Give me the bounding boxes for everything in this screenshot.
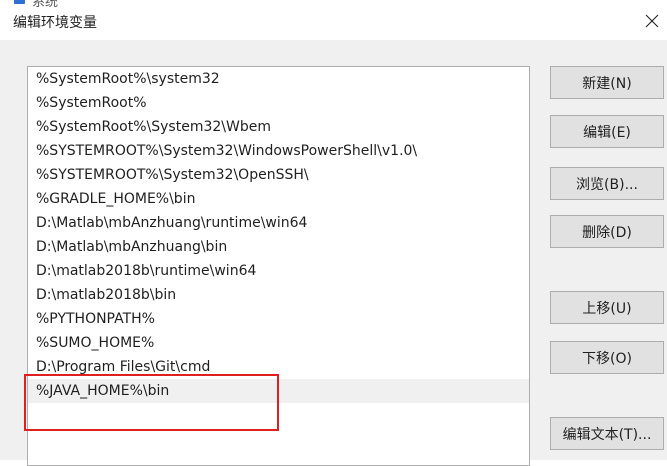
path-list-item[interactable]: D:\Matlab\mbAnzhuang\bin [28, 235, 529, 259]
path-list-item[interactable]: D:\Program Files\Git\cmd [28, 355, 529, 379]
dialog-title: 编辑环境变量 [13, 15, 97, 31]
edit-button[interactable]: 编辑(E) [550, 115, 664, 148]
path-list-item[interactable]: %PYTHONPATH% [28, 307, 529, 331]
delete-button[interactable]: 删除(D) [550, 215, 664, 248]
path-list-item[interactable]: %SystemRoot%\System32\Wbem [28, 115, 529, 139]
path-list-item[interactable]: D:\matlab2018b\bin [28, 283, 529, 307]
path-list-item-empty[interactable] [28, 403, 529, 427]
path-list-item[interactable]: %SystemRoot%\system32 [28, 67, 529, 91]
app-icon [14, 0, 25, 4]
path-list-item[interactable]: %SYSTEMROOT%\System32\OpenSSH\ [28, 163, 529, 187]
close-button[interactable] [637, 6, 667, 36]
path-list-item[interactable]: %SYSTEMROOT%\System32\WindowsPowerShell\… [28, 139, 529, 163]
path-list-item[interactable]: %SUMO_HOME% [28, 331, 529, 355]
move-down-button[interactable]: 下移(O) [550, 341, 664, 374]
close-icon [645, 14, 659, 28]
path-list-item-selected[interactable]: %JAVA_HOME%\bin [28, 379, 529, 403]
edit-text-button[interactable]: 编辑文本(T)... [550, 417, 664, 450]
path-list-item[interactable]: D:\Matlab\mbAnzhuang\runtime\win64 [28, 211, 529, 235]
path-list-item[interactable]: D:\matlab2018b\runtime\win64 [28, 259, 529, 283]
browse-button[interactable]: 浏览(B)... [550, 167, 664, 200]
title-bar: 系统 编辑环境变量 [0, 0, 667, 40]
dialog-body: %SystemRoot%\system32 %SystemRoot% %Syst… [0, 40, 667, 466]
background-window-text: 系统 [32, 0, 59, 10]
move-up-button[interactable]: 上移(U) [550, 291, 664, 324]
new-button[interactable]: 新建(N) [550, 66, 664, 99]
path-list-item[interactable]: %SystemRoot% [28, 91, 529, 115]
path-list-item[interactable]: %GRADLE_HOME%\bin [28, 187, 529, 211]
path-list[interactable]: %SystemRoot%\system32 %SystemRoot% %Syst… [27, 66, 530, 466]
